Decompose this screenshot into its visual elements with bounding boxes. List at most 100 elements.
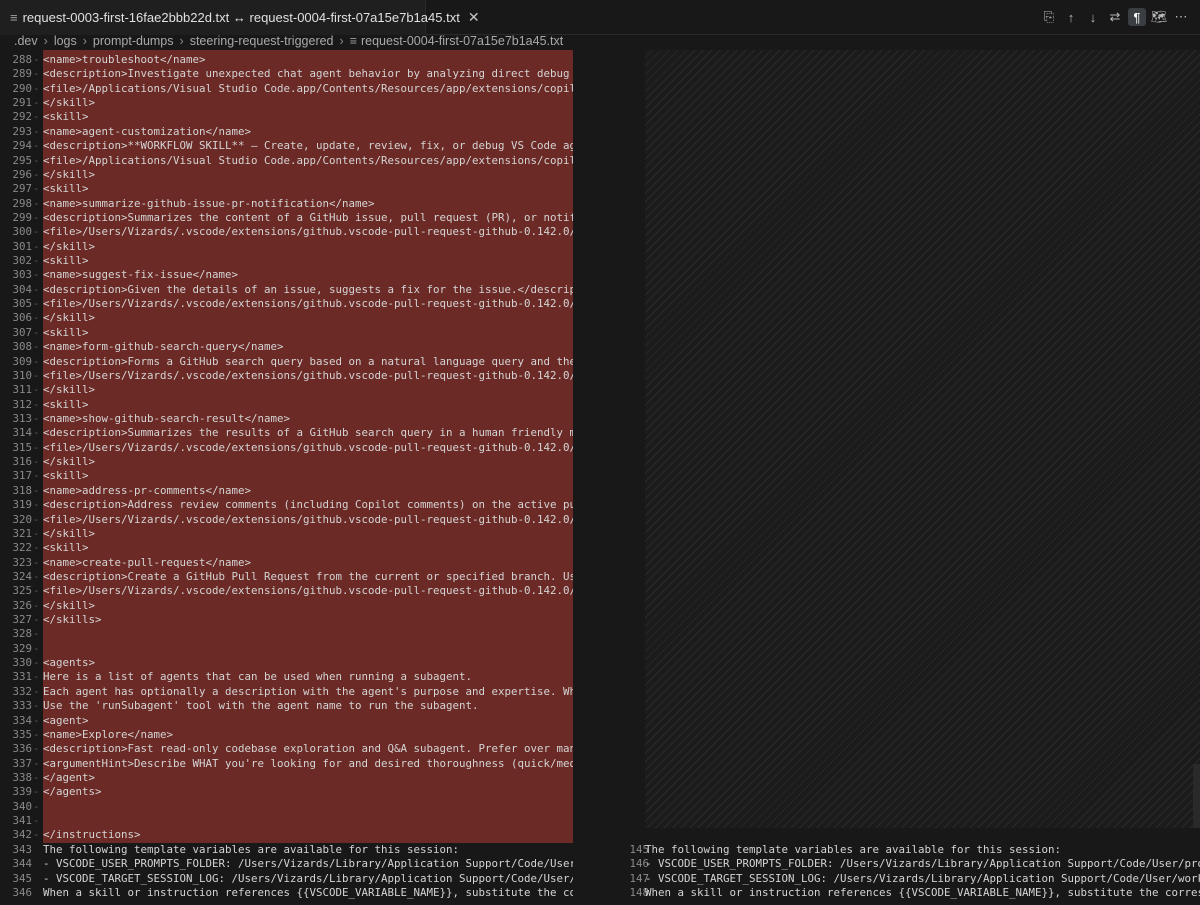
diff-editor-tab[interactable]: ≡ request-0003-first-16fae2bbb22d.txt ↔ … bbox=[0, 0, 480, 35]
code-line[interactable]: 320- <file>/Users/Vizards/.vscode/extensi… bbox=[0, 513, 573, 527]
code-line[interactable]: 145 The following template variables are … bbox=[617, 843, 1200, 857]
code-line[interactable]: 330- <agents> bbox=[0, 656, 573, 670]
editor-actions: ⎘ ↑ ↓ ⇄ ¶ 🗺 ⋯ bbox=[1040, 8, 1190, 26]
minimap-icon[interactable]: 🗺 bbox=[1150, 8, 1168, 26]
code-line[interactable]: 323- <name>create-pull-request</name> bbox=[0, 556, 573, 570]
code-line[interactable]: 326- </skill> bbox=[0, 599, 573, 613]
code-text: <file>/Users/Vizards/.vscode/extensions/… bbox=[43, 440, 573, 454]
code-line[interactable]: 324- <description>Create a GitHub Pull Re… bbox=[0, 570, 573, 584]
code-line[interactable]: 335- <name>Explore</name> bbox=[0, 728, 573, 742]
code-line[interactable]: 339- </agents> bbox=[0, 785, 573, 799]
code-line[interactable]: 336- <description>Fast read-only codebase… bbox=[0, 742, 573, 756]
line-number: 331 bbox=[12, 670, 32, 684]
breadcrumb-item[interactable]: steering-request-triggered bbox=[190, 34, 334, 48]
code-line[interactable]: 337- <argumentHint>Describe WHAT you're l… bbox=[0, 757, 573, 771]
code-line[interactable]: 303- <name>suggest-fix-issue</name> bbox=[0, 268, 573, 282]
code-line[interactable]: 295- <file>/Applications/Visual Studio Co… bbox=[0, 154, 573, 168]
code-line[interactable]: 307- <skill> bbox=[0, 326, 573, 340]
code-line[interactable]: 341- bbox=[0, 814, 573, 828]
code-line[interactable]: 346 When a skill or instruction reference… bbox=[0, 886, 573, 900]
toggle-whitespace-icon[interactable]: ¶ bbox=[1128, 8, 1146, 26]
code-line[interactable]: 314- <description>Summarizes the results … bbox=[0, 426, 573, 440]
code-line[interactable]: 293- <name>agent-customization</name> bbox=[0, 125, 573, 139]
code-line[interactable]: 338- </agent> bbox=[0, 771, 573, 785]
code-line[interactable]: 318- <name>address-pr-comments</name> bbox=[0, 484, 573, 498]
code-line[interactable]: 331- Here is a list of agents that can be… bbox=[0, 670, 573, 684]
removed-marker: - bbox=[33, 153, 40, 167]
code-line[interactable]: 304- <description>Given the details of an… bbox=[0, 283, 573, 297]
code-line[interactable]: 290- <file>/Applications/Visual Studio Co… bbox=[0, 82, 573, 96]
code-line[interactable]: 300- <file>/Users/Vizards/.vscode/extensi… bbox=[0, 225, 573, 239]
code-line[interactable]: 316- </skill> bbox=[0, 455, 573, 469]
code-line[interactable]: 310- <file>/Users/Vizards/.vscode/extensi… bbox=[0, 369, 573, 383]
code-line[interactable]: 315- <file>/Users/Vizards/.vscode/extensi… bbox=[0, 441, 573, 455]
scrollbar-thumb[interactable] bbox=[1193, 764, 1200, 828]
code-line[interactable]: 313- <name>show-github-search-result</nam… bbox=[0, 412, 573, 426]
code-text: - VSCODE_TARGET_SESSION_LOG: /Users/Viza… bbox=[645, 871, 1200, 885]
code-line[interactable]: 302- <skill> bbox=[0, 254, 573, 268]
code-line[interactable]: 297- <skill> bbox=[0, 182, 573, 196]
code-line[interactable]: 342- </instructions> bbox=[0, 828, 573, 842]
code-text: <name>show-github-search-result</name> bbox=[43, 412, 291, 425]
code-line[interactable]: 322- <skill> bbox=[0, 541, 573, 555]
code-text: </skill> bbox=[43, 311, 96, 325]
code-line[interactable]: 146- VSCODE_USER_PROMPTS_FOLDER: /Users/… bbox=[617, 857, 1200, 871]
breadcrumb-item[interactable]: .dev bbox=[14, 34, 38, 48]
breadcrumb-item[interactable]: logs bbox=[54, 34, 77, 48]
code-line[interactable]: 292- <skill> bbox=[0, 110, 573, 124]
code-text: <file>/Applications/Visual Studio Code.a… bbox=[43, 81, 573, 95]
code-line[interactable]: 288- <name>troubleshoot</name> bbox=[0, 53, 573, 67]
code-line[interactable]: 340- bbox=[0, 800, 573, 814]
code-line[interactable]: 308- <name>form-github-search-query</name… bbox=[0, 340, 573, 354]
code-line[interactable]: 332- Each agent has optionally a descript… bbox=[0, 685, 573, 699]
code-line[interactable]: 327- </skills> bbox=[0, 613, 573, 627]
line-number: 293 bbox=[12, 124, 32, 138]
code-line[interactable]: 294- <description>**WORKFLOW SKILL** — Cr… bbox=[0, 139, 573, 153]
code-line[interactable]: 344 - VSCODE_USER_PROMPTS_FOLDER: /Users/… bbox=[0, 857, 573, 871]
line-number: 322 bbox=[12, 541, 32, 555]
code-text: <agent> bbox=[43, 713, 89, 727]
code-line[interactable]: 319- <description>Address review comments… bbox=[0, 498, 573, 512]
line-number: 304 bbox=[12, 282, 32, 296]
code-line[interactable]: 334- <agent> bbox=[0, 714, 573, 728]
removed-marker: - bbox=[33, 756, 40, 770]
code-line[interactable]: 333- Use the 'runSubagent' tool with the … bbox=[0, 699, 573, 713]
more-actions-icon[interactable]: ⋯ bbox=[1172, 8, 1190, 26]
code-line[interactable]: 298- <name>summarize-github-issue-pr-noti… bbox=[0, 197, 573, 211]
code-line[interactable]: 328- bbox=[0, 627, 573, 641]
line-number: 316 bbox=[12, 455, 32, 469]
original-editor-pane[interactable]: 288- <name>troubleshoot</name> 289- <descri… bbox=[0, 50, 573, 905]
code-line[interactable]: 305- <file>/Users/Vizards/.vscode/extensi… bbox=[0, 297, 573, 311]
code-line[interactable]: 291- </skill> bbox=[0, 96, 573, 110]
breadcrumb-file[interactable]: request-0004-first-07a15e7b1a45.txt bbox=[361, 34, 563, 48]
swap-sides-icon[interactable]: ⇄ bbox=[1106, 8, 1124, 26]
code-line[interactable]: 148 When a skill or instruction reference… bbox=[617, 886, 1200, 900]
code-line[interactable]: 289- <description>Investigate unexpected … bbox=[0, 67, 573, 81]
code-text: <file>/Applications/Visual Studio Code.a… bbox=[43, 153, 573, 167]
code-line[interactable]: 306- </skill> bbox=[0, 311, 573, 325]
close-icon[interactable]: ✕ bbox=[468, 9, 480, 26]
code-line[interactable]: 299- <description>Summarizes the content … bbox=[0, 211, 573, 225]
code-text: <name>suggest-fix-issue</name> bbox=[43, 268, 239, 282]
code-line[interactable]: 312- <skill> bbox=[0, 398, 573, 412]
code-text: <argumentHint>Describe WHAT you're looki… bbox=[43, 756, 573, 770]
code-line[interactable]: 301- </skill> bbox=[0, 240, 573, 254]
code-line[interactable]: 147- VSCODE_TARGET_SESSION_LOG: /Users/V… bbox=[617, 872, 1200, 886]
code-line[interactable]: 345 - VSCODE_TARGET_SESSION_LOG: /Users/V… bbox=[0, 872, 573, 886]
modified-editor-pane[interactable]: 145 The following template variables are … bbox=[617, 50, 1200, 905]
code-line[interactable]: 309- <description>Forms a GitHub search q… bbox=[0, 355, 573, 369]
code-line[interactable]: 296- </skill> bbox=[0, 168, 573, 182]
code-line[interactable]: 343 The following template variables are … bbox=[0, 843, 573, 857]
next-change-icon[interactable]: ↓ bbox=[1084, 8, 1102, 26]
code-line[interactable]: 329- bbox=[0, 642, 573, 656]
code-line[interactable]: 317- <skill> bbox=[0, 469, 573, 483]
open-file-icon[interactable]: ⎘ bbox=[1040, 8, 1058, 26]
code-text: <name>agent-customization</name> bbox=[43, 124, 252, 138]
code-line[interactable]: 311- </skill> bbox=[0, 383, 573, 397]
breadcrumb-item[interactable]: prompt-dumps bbox=[93, 34, 174, 48]
code-line[interactable]: 321- </skill> bbox=[0, 527, 573, 541]
previous-change-icon[interactable]: ↑ bbox=[1062, 8, 1080, 26]
line-number: 313 bbox=[12, 412, 32, 425]
code-line[interactable]: 325- <file>/Users/Vizards/.vscode/extensi… bbox=[0, 584, 573, 598]
code-text: <file>/Users/Vizards/.vscode/extensions/… bbox=[43, 512, 573, 526]
